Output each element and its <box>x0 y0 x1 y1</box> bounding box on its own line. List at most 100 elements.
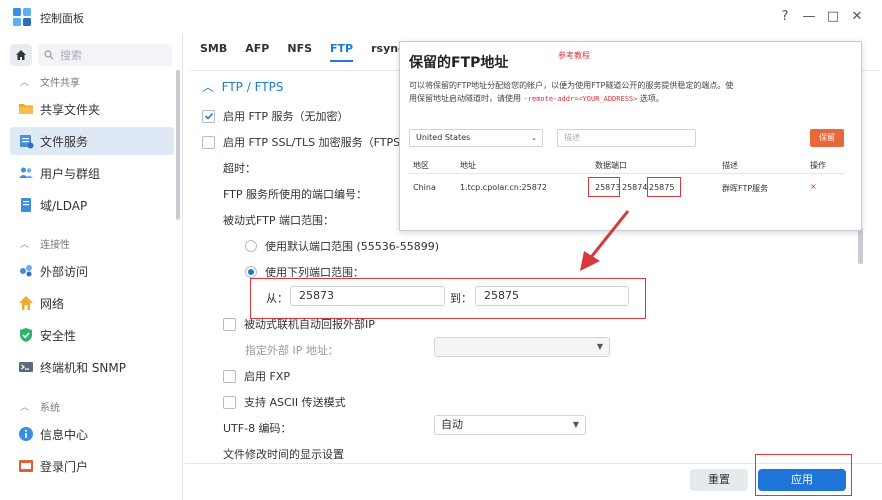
home-button[interactable] <box>10 44 32 66</box>
reserved-ftp-popup: 保留的FTP地址 参考教程 可以将保留的FTP地址分配给您的帐户，以便为使用FT… <box>399 41 862 231</box>
sidebar-item-domain-ldap[interactable]: 域/LDAP <box>10 191 174 219</box>
file-services-icon <box>20 135 34 149</box>
annotation-box-port-3 <box>647 177 681 197</box>
ascii-mode-row[interactable]: 支持 ASCII 传送模式 <box>223 394 346 410</box>
custom-range-radio[interactable] <box>245 266 257 278</box>
sidebar-item-shared-folder[interactable]: 共享文件夹 <box>10 95 174 123</box>
maximize-icon[interactable]: □ <box>824 8 842 26</box>
chevron-up-icon: ︿ <box>20 240 30 250</box>
tab-nfs[interactable]: NFS <box>287 42 312 62</box>
search-input[interactable]: 搜索 <box>38 44 172 66</box>
help-icon[interactable]: ? <box>776 8 794 26</box>
row-description: 群晖FTP服务 <box>722 184 769 193</box>
table-header-divider <box>409 173 845 174</box>
timeout-label: 超时： <box>223 162 256 175</box>
to-label: 到： <box>450 292 472 305</box>
info-center-icon <box>19 427 33 441</box>
enable-fxp-checkbox[interactable] <box>223 369 236 383</box>
chevron-up-icon: ︿ <box>20 403 30 413</box>
report-external-ip-checkbox[interactable] <box>223 317 236 331</box>
sidebar-item-network[interactable]: 网络 <box>10 289 174 317</box>
port-to-input[interactable]: 25875 <box>475 286 629 306</box>
row-region: China <box>413 183 436 192</box>
chevron-down-icon: ▼ <box>596 342 603 351</box>
search-icon <box>44 50 54 60</box>
chevron-up-icon: ︿ <box>202 80 215 94</box>
row-port-2: 25874 <box>622 183 648 192</box>
passive-range-label: 被动式FTP 端口范围： <box>223 214 334 227</box>
ascii-mode-checkbox[interactable] <box>223 395 236 409</box>
default-range-radio[interactable] <box>245 240 257 252</box>
enable-ftps-checkbox[interactable] <box>202 135 215 149</box>
title-bar: 控制面板 ? — □ ✕ <box>0 0 882 34</box>
reserve-button[interactable]: 保留 <box>810 129 844 147</box>
group-connectivity[interactable]: ︿ 连接性 <box>20 236 70 251</box>
terminal-icon <box>19 362 33 372</box>
sidebar-item-terminal-snmp[interactable]: 终端机和 SNMP <box>10 353 174 381</box>
utf8-select[interactable]: 自动 ▼ <box>434 415 586 435</box>
sidebar-item-security[interactable]: 安全性 <box>10 321 174 349</box>
window-title: 控制面板 <box>40 12 84 25</box>
remote-addr-code: -remote-addr=<YOUR_ADDRESS> <box>523 95 638 103</box>
col-description: 描述 <box>722 161 738 170</box>
sidebar-item-users[interactable]: 用户与群组 <box>10 159 174 187</box>
enable-ftp-label: 启用 FTP 服务（无加密） <box>223 110 349 123</box>
login-portal-icon <box>19 460 33 472</box>
main-scrollbar[interactable] <box>858 228 863 264</box>
tutorial-link[interactable]: 参考教程 <box>558 50 590 61</box>
popup-description-line2: 用保留地址启动隧道时，请使用 -remote-addr=<YOUR_ADDRES… <box>409 94 664 103</box>
enable-ftps-row[interactable]: 启用 FTP SSL/TLS 加密服务（FTPS） <box>202 134 411 150</box>
domain-icon <box>21 198 31 212</box>
sidebar-scrollbar[interactable] <box>176 70 180 220</box>
enable-ftp-row[interactable]: 启用 FTP 服务（无加密） <box>202 108 348 124</box>
modified-time-label: 文件修改时间的显示设置 <box>223 448 344 461</box>
tab-ftp[interactable]: FTP <box>330 42 354 62</box>
sidebar-item-file-services[interactable]: 文件服务 <box>10 127 174 155</box>
chevron-down-icon: ▼ <box>572 420 579 429</box>
row-address: 1.tcp.cpolar.cn:25872 <box>460 183 547 192</box>
col-port: 数据端口 <box>595 161 627 170</box>
chevron-down-icon: ⌄ <box>531 134 537 142</box>
shared-folder-icon <box>19 104 33 114</box>
enable-ftp-checkbox[interactable] <box>202 109 215 123</box>
search-placeholder: 搜索 <box>60 49 82 62</box>
group-file-sharing[interactable]: ︿ 文件共享 <box>20 74 80 89</box>
sidebar-item-login-portal[interactable]: 登录门户 <box>10 452 174 480</box>
popup-description-line1: 可以将保留的FTP地址分配给您的帐户，以便为使用FTP隧道公开的服务提供稳定的端… <box>409 81 734 90</box>
annotation-arrow <box>580 210 630 271</box>
annotation-box-apply <box>755 454 852 496</box>
radio-selected-dot <box>248 269 254 275</box>
reset-button[interactable]: 重置 <box>690 469 748 491</box>
col-address: 地址 <box>460 161 476 170</box>
check-icon <box>204 112 213 120</box>
network-icon <box>19 296 33 310</box>
annotation-box-port-1 <box>588 177 620 197</box>
sidebar-item-info-center[interactable]: 信息中心 <box>10 420 174 448</box>
external-ip-select[interactable]: ▼ <box>434 337 610 357</box>
tab-afp[interactable]: AFP <box>245 42 269 62</box>
tab-bar: SMB AFP NFS FTP rsync <box>200 42 423 62</box>
sidebar-item-external-access[interactable]: 外部访问 <box>10 257 174 285</box>
chevron-up-icon: ︿ <box>20 78 30 88</box>
section-ftp[interactable]: ︿ FTP / FTPS <box>202 78 283 95</box>
default-range-radio-row[interactable]: 使用默认端口范围 (55536-55899) <box>245 238 439 254</box>
specify-external-ip-label: 指定外部 IP 地址： <box>245 344 339 357</box>
tab-smb[interactable]: SMB <box>200 42 227 62</box>
close-icon[interactable]: ✕ <box>848 8 866 26</box>
report-external-ip-row[interactable]: 被动式联机自动回报外部IP <box>223 316 375 332</box>
group-system[interactable]: ︿ 系统 <box>20 399 60 414</box>
minimize-icon[interactable]: — <box>800 8 818 26</box>
col-region: 地区 <box>413 161 429 170</box>
utf8-label: UTF-8 编码： <box>223 422 292 435</box>
external-access-icon <box>20 265 32 277</box>
enable-ftps-label: 启用 FTP SSL/TLS 加密服务（FTPS） <box>223 136 412 149</box>
delete-icon[interactable]: × <box>810 182 817 191</box>
users-icon <box>19 167 33 178</box>
col-action: 操作 <box>810 161 826 170</box>
home-icon <box>16 50 26 60</box>
description-input[interactable]: 描述 <box>557 129 696 147</box>
sidebar: 搜索 ︿ 文件共享 共享文件夹 文件服务 用户与群组 域/LDAP ︿ 连接性 外部… <box>0 34 183 500</box>
port-from-input[interactable]: 25873 <box>290 286 445 306</box>
region-select[interactable]: United States ⌄ <box>409 129 543 147</box>
enable-fxp-row[interactable]: 启用 FXP <box>223 368 290 384</box>
